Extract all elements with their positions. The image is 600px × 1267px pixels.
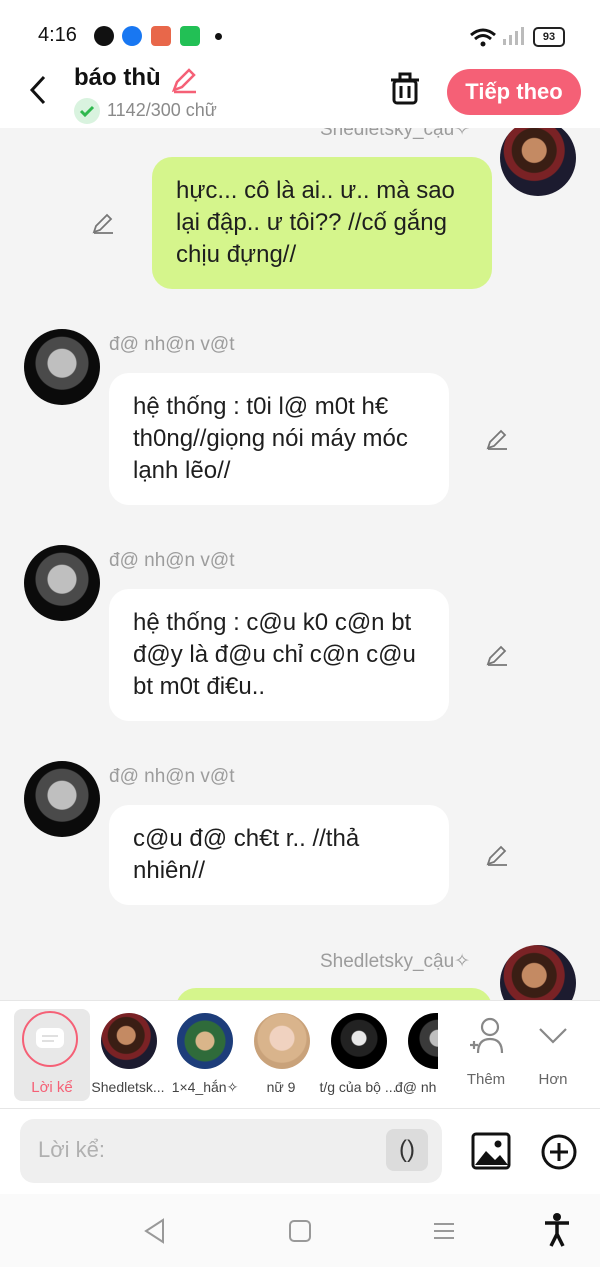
back-nav-icon[interactable] — [143, 1218, 167, 1244]
sender-name: đ@ nh@n v@t — [109, 550, 235, 571]
avatar[interactable] — [24, 761, 100, 837]
avatar[interactable] — [24, 329, 100, 405]
image-icon[interactable] — [471, 1132, 511, 1170]
character-name[interactable]: nữ 9 — [241, 1079, 321, 1095]
chevron-down-icon[interactable] — [538, 1027, 568, 1045]
character-selector: Lời kể Shedletsk... 1×4_hắn✧ nữ 9 t/g củ… — [0, 1000, 600, 1109]
messenger-icon — [94, 26, 114, 46]
add-character-label[interactable]: Thêm — [460, 1071, 512, 1088]
chat-area[interactable]: Shedletsky_cậu✧ hực... cô là ai.. ư.. mà… — [0, 128, 600, 1000]
character-avatar[interactable] — [331, 1013, 387, 1069]
story-title: báo thù — [74, 64, 161, 91]
edit-message-icon[interactable] — [485, 643, 509, 667]
avatar[interactable] — [500, 945, 576, 1000]
avatar[interactable] — [500, 128, 576, 196]
action-paren-button[interactable]: () — [386, 1129, 428, 1171]
message-bubble[interactable]: hệ thống : t0i l@ m0t h€ th0ng//giọng nó… — [109, 373, 449, 505]
wifi-icon — [470, 28, 496, 47]
add-character-icon[interactable] — [466, 1015, 508, 1057]
character-name[interactable]: Shedletsk... — [88, 1079, 168, 1095]
narrator-avatar[interactable] — [22, 1011, 78, 1067]
character-name[interactable]: đ@ nh... — [395, 1079, 437, 1095]
accessibility-icon[interactable] — [543, 1212, 571, 1248]
character-avatar[interactable] — [101, 1013, 157, 1069]
more-notifications-icon — [215, 33, 222, 40]
header: báo thù 1142/300 chữ Tiếp theo — [0, 56, 600, 128]
message-bubble[interactable] — [176, 988, 492, 1000]
edit-message-icon[interactable] — [485, 843, 509, 867]
edit-message-icon[interactable] — [91, 211, 115, 235]
input-placeholder: Lời kể: — [38, 1137, 106, 1162]
facebook-icon — [122, 26, 142, 46]
edit-title-icon[interactable] — [170, 66, 198, 94]
sender-name: đ@ nh@n v@t — [109, 766, 235, 787]
narration-input[interactable]: Lời kể: () — [20, 1119, 442, 1183]
character-avatar[interactable] — [177, 1013, 233, 1069]
calendar-icon — [180, 26, 200, 46]
back-arrow-icon[interactable] — [28, 75, 48, 105]
speech-bubble-icon — [36, 1028, 64, 1048]
check-icon — [74, 98, 100, 124]
next-button[interactable]: Tiếp theo — [447, 69, 581, 115]
character-avatar[interactable] — [408, 1013, 438, 1069]
message-bubble[interactable]: hực... cô là ai.. ư.. mà sao lại đập.. ư… — [152, 157, 492, 289]
character-avatar[interactable] — [254, 1013, 310, 1069]
avatar[interactable] — [24, 545, 100, 621]
narrator-label: Lời kể — [31, 1079, 73, 1096]
home-nav-icon[interactable] — [288, 1219, 312, 1243]
message-bubble[interactable]: hệ thống : c@u k0 c@n bt đ@y là đ@u chỉ … — [109, 589, 449, 721]
character-name[interactable]: t/g của bộ ... — [318, 1079, 398, 1095]
trash-icon[interactable] — [389, 72, 421, 106]
word-count: 1142/300 chữ — [107, 100, 217, 120]
expand-label[interactable]: Hơn — [530, 1071, 576, 1088]
battery-icon: 93 — [533, 27, 565, 47]
character-name[interactable]: 1×4_hắn✧ — [165, 1079, 245, 1096]
status-time: 4:16 — [38, 24, 77, 46]
add-icon[interactable] — [540, 1133, 578, 1171]
sender-name: Shedletsky_cậu✧ — [320, 128, 471, 140]
message-bubble[interactable]: c@u đ@ ch€t r.. //thả nhiên// — [109, 805, 449, 905]
edit-message-icon[interactable] — [485, 427, 509, 451]
game-icon — [151, 26, 171, 46]
sender-name: Shedletsky_cậu✧ — [320, 951, 471, 972]
recents-nav-icon[interactable] — [432, 1221, 456, 1241]
sender-name: đ@ nh@n v@t — [109, 334, 235, 355]
signal-icon — [503, 27, 524, 45]
composer: Lời kể: () — [0, 1108, 600, 1195]
system-nav-bar — [0, 1194, 600, 1267]
